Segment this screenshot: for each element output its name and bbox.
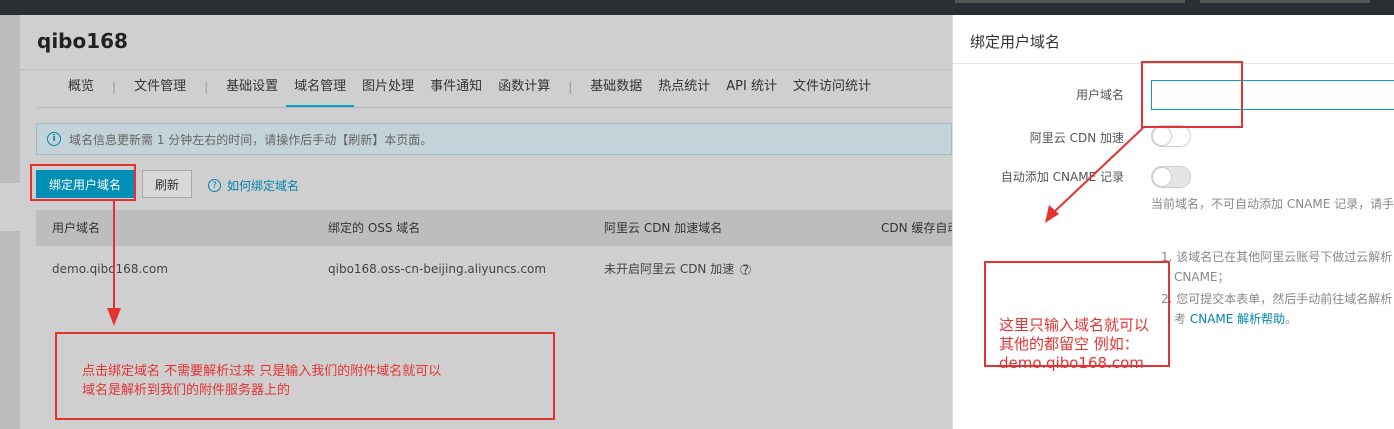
cname-warning: 当前域名，不可自动添加 CNAME 记录，请手 (1151, 197, 1394, 211)
cdn-status-text: 未开启阿里云 CDN 加速 (604, 262, 735, 276)
question-icon: ? (208, 179, 221, 192)
tab-basic-data[interactable]: 基础数据 (582, 77, 650, 107)
table-header: 用户域名 绑定的 OSS 域名 阿里云 CDN 加速域名 CDN 缓存自动 (36, 210, 952, 246)
notice-text: 域名信息更新需 1 分钟左右的时间，请操作后手动【刷新】本页面。 (69, 132, 433, 147)
tab-basic-settings[interactable]: 基础设置 (218, 77, 286, 107)
tab-domain-management[interactable]: 域名管理 (286, 77, 355, 107)
table-cell: qibo168.oss-cn-beijing.aliyuncs.com (328, 262, 547, 276)
tab-separator: | (568, 80, 573, 94)
divider (37, 107, 952, 108)
tab-file-access-stats[interactable]: 文件访问统计 (785, 77, 879, 107)
tab-event-notification[interactable]: 事件通知 (422, 77, 490, 107)
top-bar-segment (955, 0, 1185, 3)
table-cell: 未开启阿里云 CDN 加速? (604, 251, 752, 287)
tip-text: CNAME； (1174, 270, 1230, 284)
annotation-text: demo.qibo168.com (999, 354, 1144, 372)
panel-title: 绑定用户域名 (970, 33, 1061, 51)
tip-text: 2. 您可提交本表单，然后手动前往域名解析 (1161, 292, 1393, 306)
cname-label: 自动添加 CNAME 记录 (1000, 170, 1124, 184)
tab-bar: 概览 | 文件管理 | 基础设置 域名管理 图片处理 事件通知 函数计算 | 基… (60, 77, 879, 107)
tab-hotspot-stats[interactable]: 热点统计 (650, 77, 718, 107)
tab-api-stats[interactable]: API 统计 (718, 77, 785, 107)
help-link-label: 如何绑定域名 (227, 179, 300, 193)
cdn-toggle[interactable] (1151, 125, 1191, 147)
cdn-label: 阿里云 CDN 加速 (1029, 131, 1124, 145)
tip-text: 考 CNAME 解析帮助。 (1174, 308, 1297, 330)
tab-separator: | (204, 80, 209, 94)
top-bar (0, 0, 1394, 15)
tab-image-processing[interactable]: 图片处理 (354, 77, 422, 107)
tip-text: 1. 该域名已在其他阿里云账号下做过云解析 (1161, 250, 1393, 264)
domain-label: 用户域名 (1075, 88, 1124, 102)
tab-overview[interactable]: 概览 (60, 77, 102, 107)
column-header: 用户域名 (52, 221, 101, 235)
column-header: CDN 缓存自动 (881, 221, 952, 235)
page-title: qibo168 (37, 29, 128, 53)
tip-prefix: 考 (1174, 312, 1187, 326)
column-header: 阿里云 CDN 加速域名 (604, 221, 723, 235)
annotation-text: 点击绑定域名 不需要解析过来 只是输入我们的附件域名就可以 (82, 364, 442, 379)
info-icon: i (47, 132, 61, 146)
annotation-text: 这里只输入域名就可以 (999, 316, 1150, 334)
toggle-knob (1152, 126, 1172, 146)
refresh-button[interactable]: 刷新 (142, 170, 192, 198)
sidebar-toggle[interactable] (0, 183, 20, 231)
top-bar-segment (1200, 0, 1370, 3)
annotation-box (30, 164, 136, 201)
help-link[interactable]: ? 如何绑定域名 (208, 177, 299, 194)
info-notice: i 域名信息更新需 1 分钟左右的时间，请操作后手动【刷新】本页面。 (36, 123, 952, 155)
tip-suffix: 。 (1285, 312, 1298, 326)
annotation-text: 域名是解析到我们的附件服务器上的 (82, 383, 291, 398)
toggle-knob (1152, 167, 1172, 187)
cname-toggle[interactable] (1151, 166, 1191, 188)
annotation-text: 其他的都留空 例如： (999, 335, 1139, 353)
divider (20, 69, 952, 70)
question-icon[interactable]: ? (740, 263, 752, 277)
table-row: demo.qibo168.com qibo168.oss-cn-beijing.… (36, 251, 952, 287)
tab-file-management[interactable]: 文件管理 (126, 77, 194, 107)
cname-help-link[interactable]: CNAME 解析帮助 (1190, 312, 1285, 326)
tab-function-compute[interactable]: 函数计算 (490, 77, 558, 107)
table-cell: demo.qibo168.com (52, 262, 168, 276)
annotation-box (1141, 61, 1243, 128)
left-sidebar-strip (0, 15, 20, 429)
tab-separator: | (112, 80, 117, 94)
column-header: 绑定的 OSS 域名 (328, 221, 421, 235)
